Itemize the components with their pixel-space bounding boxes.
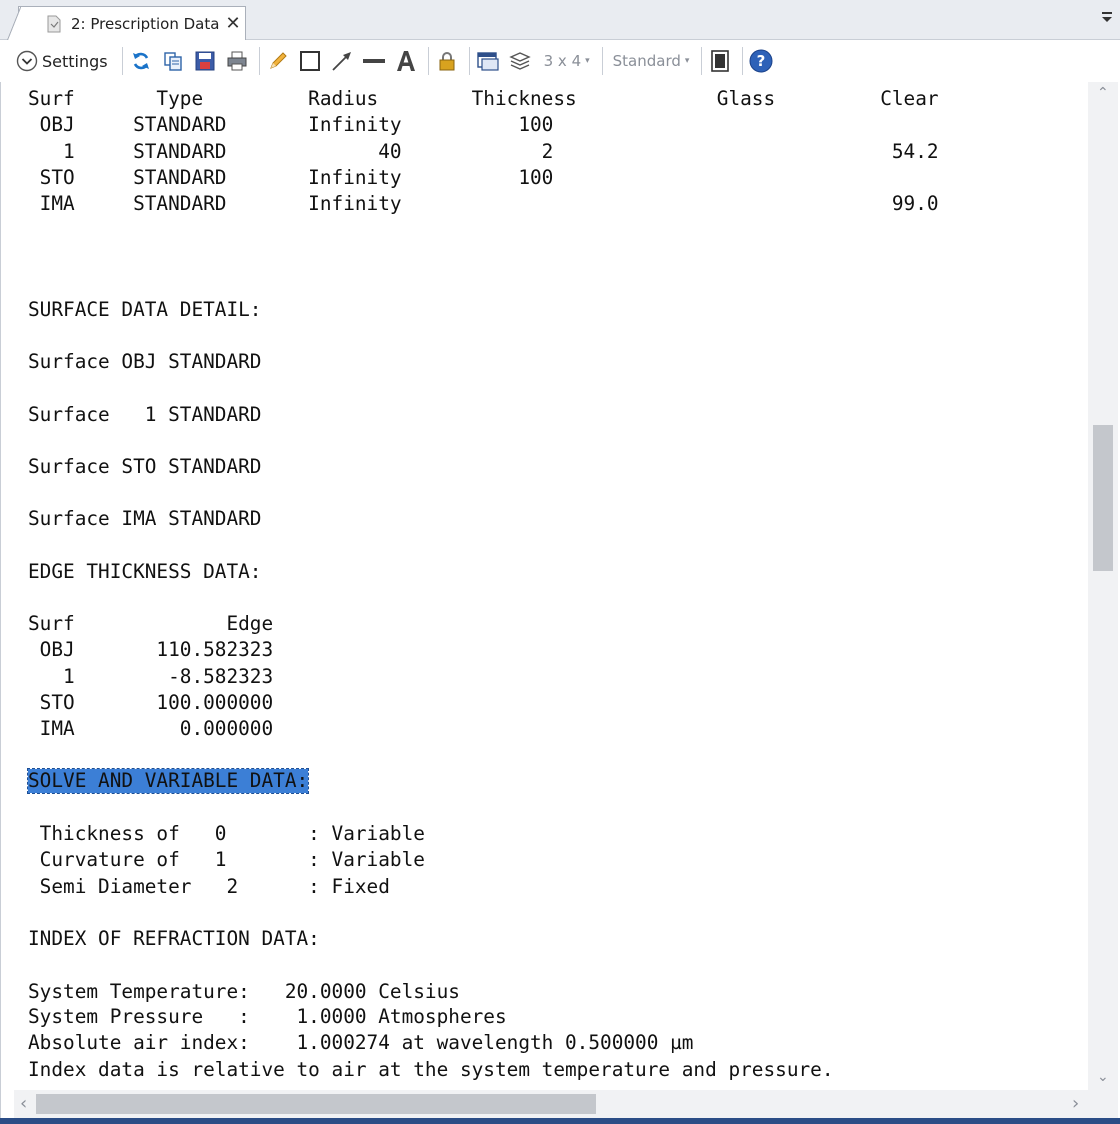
system-temperature-line: System Temperature: 20.0000 Celsius — [28, 980, 460, 1003]
prescription-text-view[interactable]: Surf Type Radius Thickness Glass Clear O… — [14, 82, 1088, 1090]
scroll-down-icon[interactable]: ⌄ — [1097, 1070, 1109, 1084]
layers-button[interactable] — [506, 47, 534, 75]
scroll-left-icon[interactable]: ‹ — [20, 1095, 27, 1113]
help-icon: ? — [749, 49, 773, 73]
edge-row-obj: OBJ 110.582323 — [28, 638, 274, 661]
scrollbar-corner — [1088, 1090, 1118, 1118]
lock-button[interactable] — [433, 47, 461, 75]
pencil-button[interactable] — [264, 47, 292, 75]
help-button[interactable]: ? — [747, 47, 775, 75]
layers-icon — [508, 52, 531, 70]
table-row-ima: IMA STANDARD Infinity 99.0 — [28, 192, 939, 215]
index-relative-note-line: Index data is relative to air at the sys… — [28, 1058, 834, 1081]
document-tab-strip: 2: Prescription Data ✕ — [0, 0, 1120, 41]
settings-label: Settings — [42, 51, 108, 71]
text-icon — [396, 51, 415, 71]
layout-dropdown[interactable]: 3 x 4 ▾ — [544, 46, 590, 76]
table-row-sto: STO STANDARD Infinity 100 — [28, 166, 554, 189]
rectangle-button[interactable] — [296, 47, 324, 75]
solve-thickness-line: Thickness of 0 : Variable — [28, 822, 425, 845]
layout-value: 3 x 4 — [543, 52, 582, 70]
fullscreen-icon — [711, 50, 730, 72]
solve-semi-diameter-line: Semi Diameter 2 : Fixed — [28, 875, 390, 898]
copy-icon — [163, 52, 182, 71]
surface-ima-line: Surface IMA STANDARD — [28, 507, 262, 530]
section-heading-index-of-refraction: INDEX OF REFRACTION DATA: — [28, 927, 320, 950]
table-header-row: Surf Type Radius Thickness Glass Clear — [28, 87, 939, 110]
vertical-scrollbar[interactable]: ⌃ ⌄ — [1088, 82, 1118, 1090]
save-icon — [195, 51, 215, 71]
solve-curvature-line: Curvature of 1 : Variable — [28, 848, 425, 871]
toolbar-separator — [468, 47, 470, 75]
chevron-circle-down-icon — [16, 50, 38, 72]
chevron-down-icon: ▾ — [585, 56, 590, 66]
toolbar-separator — [427, 47, 429, 75]
air-index-line: Absolute air index: 1.000274 at waveleng… — [28, 1031, 694, 1054]
tab-prescription-data[interactable]: 2: Prescription Data ✕ — [7, 6, 246, 41]
fullscreen-button[interactable] — [706, 47, 734, 75]
close-icon[interactable]: ✕ — [225, 14, 240, 33]
arrow-icon — [331, 52, 351, 71]
table-row-obj: OBJ STANDARD Infinity 100 — [28, 113, 554, 136]
line-button[interactable] — [360, 47, 388, 75]
toolbar-separator — [701, 47, 703, 75]
edge-row-sto: STO 100.000000 — [28, 691, 274, 714]
chevron-down-icon: ▾ — [684, 56, 690, 66]
scroll-up-icon[interactable]: ⌃ — [1097, 86, 1109, 100]
toolbar-separator — [121, 47, 123, 75]
style-value: Standard — [612, 52, 681, 70]
tab-title: 2: Prescription Data — [71, 14, 220, 33]
vertical-scroll-thumb[interactable] — [1093, 425, 1113, 571]
window-icon — [476, 52, 499, 71]
horizontal-scrollbar[interactable]: ‹ › — [14, 1090, 1088, 1118]
rectangle-icon — [299, 51, 320, 71]
edge-table-header: Surf Edge — [28, 612, 274, 635]
edge-row-1: 1 -8.582323 — [28, 665, 274, 688]
settings-button[interactable]: Settings — [16, 46, 114, 76]
pencil-icon — [269, 52, 287, 69]
lock-icon — [439, 52, 455, 71]
surface-obj-line: Surface OBJ STANDARD — [28, 350, 262, 373]
scroll-right-icon[interactable]: › — [1072, 1095, 1079, 1113]
window-button[interactable] — [474, 47, 502, 75]
copy-button[interactable] — [159, 47, 187, 75]
arrow-button[interactable] — [328, 47, 356, 75]
system-pressure-line: System Pressure : 1.0000 Atmospheres — [28, 1005, 507, 1028]
section-heading-surface-data-detail: SURFACE DATA DETAIL: — [28, 298, 262, 321]
document-icon — [47, 15, 61, 33]
toolbar-separator — [258, 47, 260, 75]
window-menu-icon[interactable] — [1100, 10, 1114, 24]
toolbar-separator — [601, 47, 603, 75]
section-heading-solve-variable-selected: SOLVE AND VARIABLE DATA: — [26, 768, 310, 794]
print-button[interactable] — [223, 47, 251, 75]
print-icon — [227, 51, 247, 71]
refresh-button[interactable] — [127, 47, 155, 75]
window-bottom-edge — [0, 1118, 1120, 1124]
horizontal-scroll-thumb[interactable] — [36, 1094, 596, 1114]
refresh-icon — [132, 52, 149, 70]
save-button[interactable] — [191, 47, 219, 75]
line-icon — [362, 59, 385, 63]
text-button[interactable] — [392, 47, 420, 75]
edge-row-ima: IMA 0.000000 — [28, 717, 274, 740]
surface-sto-line: Surface STO STANDARD — [28, 455, 262, 478]
svg-text:?: ? — [757, 52, 766, 70]
table-row-1: 1 STANDARD 40 2 54.2 — [28, 140, 939, 163]
style-dropdown[interactable]: Standard ▾ — [613, 46, 690, 76]
surface-1-line: Surface 1 STANDARD — [28, 403, 262, 426]
toolbar: Settings 3 x 4 ▾ Standard ▾ ? — [0, 40, 1120, 82]
section-heading-edge-thickness: EDGE THICKNESS DATA: — [28, 560, 262, 583]
left-border — [0, 82, 14, 1118]
toolbar-separator — [742, 47, 744, 75]
